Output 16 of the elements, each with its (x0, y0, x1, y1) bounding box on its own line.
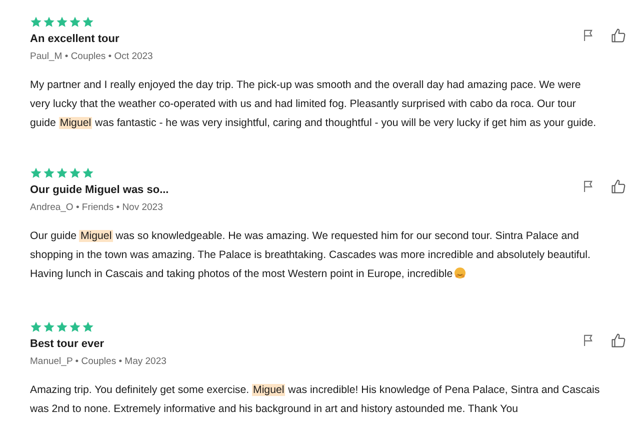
review-title: Our guide Miguel was so... (30, 184, 169, 196)
flag-icon[interactable] (583, 334, 594, 346)
thumbs-up-icon[interactable] (611, 28, 626, 42)
review-title: An excellent tour (30, 33, 120, 45)
review-text: Amazing trip. You definitely get some exercise. Miguel was incredible! His knowledge of Pena Palace, Sintra and Cascais was 2nd to none. Extremely informative and his background in art and history astounded me. Thank You (30, 383, 600, 417)
review-text: My partner and I really enjoyed the day trip. The pick-up was smooth and the overall day had amazing pace. We were very lucky that the weather co-operated with us and had limited fog. Pleasantly surprised with cabo da roca. Our tour guide Miguel was fantastic - he was very insightful, caring and thoughtful - you will be very lucky if get him as your guide. (30, 78, 598, 131)
review-meta: Paul_M • Couples • Oct 2023 (30, 51, 153, 62)
thumbs-up-icon[interactable] (611, 178, 626, 194)
flag-icon[interactable] (583, 28, 594, 42)
review-text: Our guide Miguel was so knowledgeable. He was amazing. We requested him for our second tour. Sintra Palace and shopping in the town was amazing. The Palace is breathtaking. Cascades was more incredible and absolutely beautiful. Having lunch in Cascais and taking photos of the most Western point in Europe, incredible (30, 229, 592, 282)
emoji-icon (454, 267, 466, 279)
review-title: Best tour ever (30, 338, 105, 350)
review-meta: Andrea_O • Friends • Nov 2023 (30, 202, 164, 213)
flag-icon[interactable] (583, 180, 594, 192)
review-meta: Manuel_P • Couples • May 2023 (30, 356, 166, 367)
thumbs-up-icon[interactable] (611, 332, 626, 348)
